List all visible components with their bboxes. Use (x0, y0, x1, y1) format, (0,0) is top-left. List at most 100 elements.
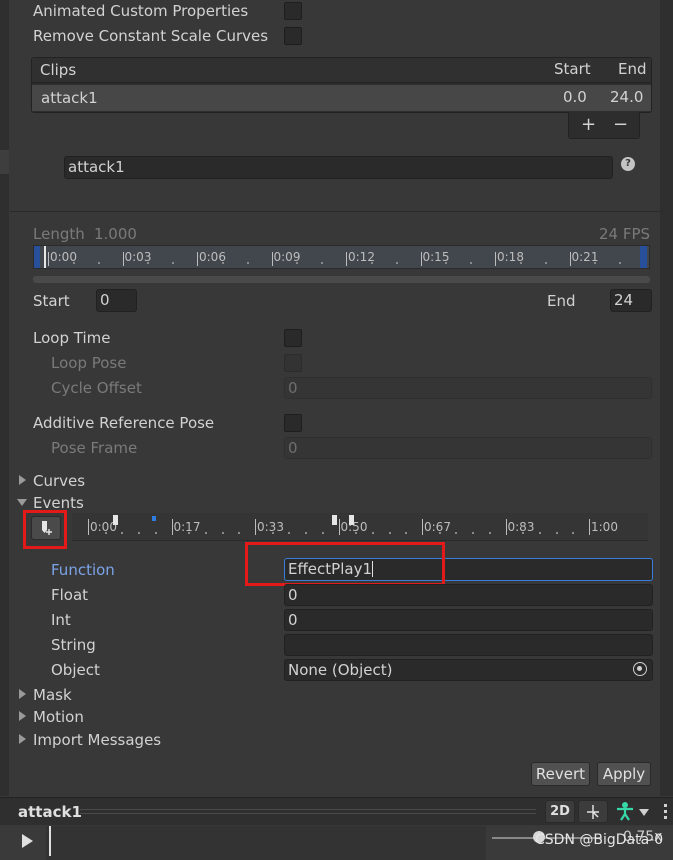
mask-foldout-arrow-icon[interactable] (19, 689, 26, 699)
clip-ruler-minor-tick (296, 262, 299, 264)
loop-pose-checkbox (284, 354, 302, 372)
object-label: Object (51, 661, 100, 679)
clip-name-field[interactable]: attack1 (64, 156, 613, 179)
play-button[interactable] (12, 829, 42, 853)
start-field[interactable]: 0 (96, 289, 137, 312)
mode-2d-button[interactable]: 2D (545, 800, 575, 823)
events-ruler-minor-tick (321, 532, 324, 534)
more-options-icon[interactable] (664, 804, 667, 819)
events-ruler-tick (338, 519, 340, 535)
playhead[interactable] (44, 246, 46, 268)
clip-end-marker[interactable] (640, 246, 647, 268)
watermark: CSDN @BigData-0 (535, 832, 664, 848)
import-messages-foldout-arrow-icon[interactable] (19, 734, 26, 744)
clip-ruler-tick (569, 252, 571, 266)
preview-timeline[interactable] (46, 826, 486, 860)
clip-row-name: attack1 (41, 89, 98, 107)
animated-custom-properties-label: Animated Custom Properties (33, 2, 249, 20)
events-ruler-tick-label: 0:17 (173, 520, 201, 534)
apply-button[interactable]: Apply (597, 762, 651, 786)
object-field[interactable]: None (Object) (284, 659, 653, 681)
separator (10, 211, 663, 212)
events-ruler-minor-tick (472, 532, 475, 534)
preview-playhead[interactable] (49, 826, 51, 856)
events-ruler-minor-tick (538, 532, 541, 534)
events-ruler-tick-label: 0:33 (257, 520, 284, 534)
additive-reference-pose-label: Additive Reference Pose (33, 414, 215, 432)
events-ruler-minor-tick (355, 532, 358, 534)
clip-ruler-tick (420, 252, 422, 266)
event-marker[interactable] (349, 515, 354, 525)
events-ruler-tick-label: 1:00 (591, 520, 618, 534)
end-field[interactable]: 24 (610, 289, 652, 312)
clips-header: Clips Start End (32, 58, 651, 83)
curves-foldout-arrow-icon[interactable] (19, 475, 26, 485)
highlight-add-event (23, 510, 67, 549)
events-ruler-minor-tick (138, 532, 141, 534)
motion-foldout[interactable]: Motion (33, 708, 84, 726)
clip-ruler-tick (346, 252, 347, 266)
events-ruler-tick (255, 519, 256, 535)
events-ruler-minor-tick (221, 532, 224, 534)
events-ruler-tick-label: 0:83 (507, 520, 535, 534)
events-ruler-minor-tick (271, 532, 274, 534)
remove-clip-button[interactable]: − (613, 114, 628, 135)
clip-ruler-tick (197, 252, 198, 266)
events-ruler-minor-tick (438, 532, 441, 534)
string-field[interactable] (284, 634, 653, 656)
clip-row-start: 0.0 (563, 88, 587, 106)
events-ruler-tick-label: 0:67 (424, 520, 451, 534)
highlight-function-field (245, 542, 445, 586)
import-messages-foldout[interactable]: Import Messages (33, 731, 161, 749)
add-clip-button[interactable]: + (581, 114, 596, 135)
additive-reference-pose-checkbox[interactable] (284, 414, 302, 432)
float-label: Float (51, 586, 89, 604)
right-scrollbar-track[interactable] (660, 0, 673, 796)
events-ruler-tick (505, 519, 507, 535)
events-ruler-minor-tick (555, 532, 558, 534)
motion-foldout-arrow-icon[interactable] (19, 711, 26, 721)
loop-time-checkbox[interactable] (284, 329, 302, 347)
animated-custom-properties-checkbox[interactable] (284, 2, 302, 20)
clip-row[interactable]: attack1 0.0 24.0 (32, 85, 651, 111)
curves-foldout[interactable]: Curves (33, 472, 85, 490)
int-label: Int (51, 611, 71, 629)
events-ruler-minor-tick (305, 532, 308, 534)
help-icon[interactable]: ? (621, 157, 635, 171)
int-field[interactable]: 0 (284, 609, 653, 631)
pose-frame-field: 0 (284, 437, 652, 459)
clips-end-header: End (618, 60, 647, 78)
revert-button[interactable]: Revert (531, 762, 590, 786)
mask-foldout[interactable]: Mask (33, 686, 72, 704)
events-ruler-minor-tick (288, 532, 291, 534)
left-gutter (0, 0, 9, 796)
clip-start-marker[interactable] (34, 246, 40, 268)
event-marker-selected[interactable] (152, 516, 156, 521)
avatar-button[interactable] (612, 800, 652, 823)
preview-drag-grip[interactable] (80, 809, 536, 814)
timeline-scroll[interactable] (33, 276, 650, 283)
clip-ruler-minor-tick (619, 262, 622, 264)
pivot-button[interactable] (578, 800, 608, 823)
clip-ruler-tick (48, 252, 49, 266)
preview-title: attack1 (18, 803, 82, 821)
left-gutter-mark (0, 150, 9, 174)
events-foldout-arrow-icon[interactable] (17, 499, 27, 506)
clip-ruler-minor-tick (445, 262, 448, 264)
events-ruler-minor-tick (488, 532, 491, 534)
event-marker[interactable] (332, 515, 337, 525)
remove-constant-scale-curves-checkbox[interactable] (284, 27, 302, 45)
event-marker[interactable] (113, 515, 118, 525)
clip-ruler-minor-tick (519, 262, 522, 264)
object-picker-icon[interactable] (633, 662, 647, 676)
events-ruler-minor-tick (188, 532, 191, 534)
preview-header: attack1 2D (0, 797, 673, 825)
clip-ruler-minor-tick (147, 262, 150, 264)
float-field[interactable]: 0 (284, 584, 653, 606)
chevron-down-icon (639, 809, 649, 816)
clip-ruler-tick (122, 252, 124, 266)
clip-row-end: 24.0 (610, 88, 644, 106)
clip-timeline-ruler[interactable]: 0:00 0:03 0:06 0:09 0:12 0:15 0:18 0:21 (33, 245, 650, 269)
events-ruler[interactable]: 0:00 0:17 0:33 0:50 0:67 0:83 1:00 (72, 513, 648, 541)
clip-ruler-minor-tick (221, 262, 224, 264)
